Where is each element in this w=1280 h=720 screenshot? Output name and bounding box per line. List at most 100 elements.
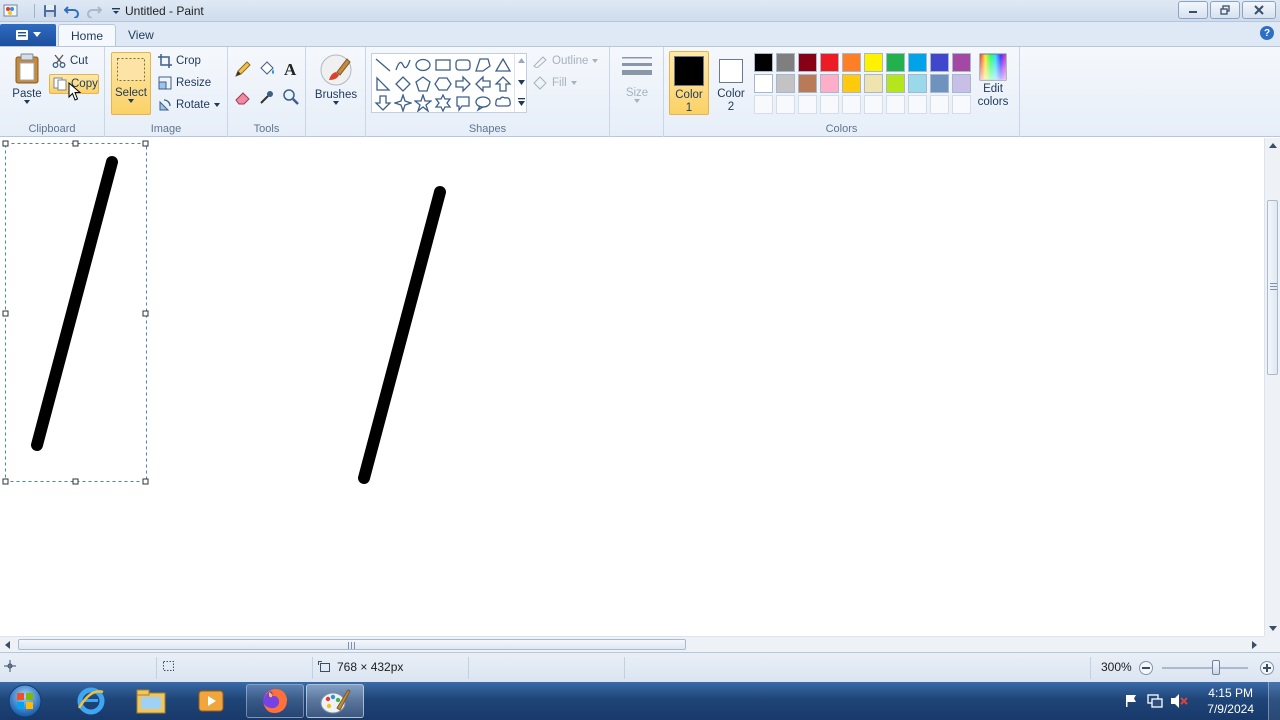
volume-muted-icon[interactable] — [1170, 693, 1188, 709]
custom-color-slot[interactable] — [930, 95, 949, 114]
cloud-callout-shape-icon[interactable] — [494, 94, 512, 112]
horizontal-scrollbar[interactable] — [0, 636, 1264, 652]
hexagon-shape-icon[interactable] — [434, 75, 452, 93]
chevron-right-icon[interactable] — [1252, 641, 1257, 649]
network-icon[interactable] — [1147, 693, 1163, 709]
pencil-icon[interactable] — [234, 60, 252, 78]
tab-view[interactable]: View — [116, 24, 166, 46]
palette-color-swatch[interactable] — [886, 74, 905, 93]
close-button[interactable] — [1242, 1, 1276, 19]
customize-qat-button[interactable] — [107, 2, 125, 20]
diamond-shape-icon[interactable] — [394, 75, 412, 93]
text-tool-icon[interactable]: A — [282, 60, 300, 78]
magnifier-icon[interactable] — [282, 88, 300, 106]
vertical-scrollbar[interactable] — [1264, 138, 1280, 636]
right-triangle-shape-icon[interactable] — [374, 75, 392, 93]
help-button[interactable]: ? — [1260, 26, 1274, 40]
palette-color-swatch[interactable] — [754, 74, 773, 93]
resize-button[interactable]: Resize — [158, 73, 211, 93]
edit-colors-button[interactable]: Edit colors — [976, 53, 1010, 108]
palette-color-swatch[interactable] — [820, 53, 839, 72]
oval-shape-icon[interactable] — [414, 56, 432, 74]
show-desktop-button[interactable] — [1268, 682, 1280, 720]
paste-button[interactable]: Paste — [8, 53, 46, 104]
palette-color-swatch[interactable] — [952, 74, 971, 93]
paint-app-icon[interactable] — [3, 3, 19, 19]
chevron-left-icon[interactable] — [5, 641, 10, 649]
brushes-button[interactable]: Brushes — [314, 53, 358, 105]
rectangle-shape-icon[interactable] — [434, 56, 452, 74]
color-picker-icon[interactable] — [258, 88, 276, 106]
left-arrow-shape-icon[interactable] — [474, 75, 492, 93]
palette-color-swatch[interactable] — [886, 53, 905, 72]
taskbar-file-explorer[interactable] — [122, 684, 180, 718]
palette-color-swatch[interactable] — [842, 74, 861, 93]
palette-color-swatch[interactable] — [864, 53, 883, 72]
restore-button[interactable] — [1210, 1, 1240, 19]
palette-color-swatch[interactable] — [908, 53, 927, 72]
palette-color-swatch[interactable] — [798, 74, 817, 93]
palette-color-swatch[interactable] — [930, 74, 949, 93]
curve-shape-icon[interactable] — [394, 56, 412, 74]
palette-color-swatch[interactable] — [754, 53, 773, 72]
six-point-star-shape-icon[interactable] — [434, 94, 452, 112]
fill-bucket-icon[interactable] — [258, 60, 276, 78]
horizontal-scroll-thumb[interactable] — [18, 639, 686, 650]
palette-color-swatch[interactable] — [776, 53, 795, 72]
custom-color-slot[interactable] — [798, 95, 817, 114]
undo-button[interactable] — [63, 2, 81, 20]
outline-button[interactable]: Outline — [532, 51, 599, 71]
custom-color-slot[interactable] — [842, 95, 861, 114]
palette-color-swatch[interactable] — [776, 74, 795, 93]
custom-color-slot[interactable] — [886, 95, 905, 114]
zoom-slider-track[interactable] — [1162, 667, 1248, 669]
palette-color-swatch[interactable] — [908, 74, 927, 93]
select-button[interactable]: Select — [111, 52, 151, 115]
redo-button[interactable] — [85, 2, 103, 20]
fill-button[interactable]: Fill — [532, 73, 577, 93]
custom-color-slot[interactable] — [952, 95, 971, 114]
palette-color-swatch[interactable] — [952, 53, 971, 72]
shapes-gallery-scroller[interactable] — [514, 54, 527, 112]
canvas-area[interactable] — [0, 138, 1264, 636]
rounded-rectangle-shape-icon[interactable] — [454, 56, 472, 74]
cut-button[interactable]: Cut — [52, 51, 88, 71]
save-button[interactable] — [41, 2, 59, 20]
palette-color-swatch[interactable] — [798, 53, 817, 72]
windows-start-icon[interactable] — [6, 683, 44, 719]
palette-color-swatch[interactable] — [820, 74, 839, 93]
line-shape-icon[interactable] — [374, 56, 392, 74]
action-center-flag-icon[interactable] — [1124, 694, 1138, 708]
custom-color-slot[interactable] — [820, 95, 839, 114]
five-point-star-shape-icon[interactable] — [414, 94, 432, 112]
paint-menu-button[interactable] — [0, 24, 56, 46]
up-arrow-shape-icon[interactable] — [494, 75, 512, 93]
rounded-callout-shape-icon[interactable] — [454, 94, 472, 112]
zoom-slider-thumb[interactable] — [1212, 660, 1220, 675]
custom-color-slot[interactable] — [908, 95, 927, 114]
chevron-down-icon[interactable] — [1269, 626, 1277, 631]
size-button[interactable]: Size — [618, 55, 656, 103]
rotate-button[interactable]: Rotate — [158, 95, 220, 115]
palette-color-swatch[interactable] — [864, 74, 883, 93]
pentagon-shape-icon[interactable] — [414, 75, 432, 93]
zoom-out-button[interactable] — [1139, 661, 1153, 675]
custom-color-slot[interactable] — [864, 95, 883, 114]
taskbar-media-player[interactable] — [182, 684, 240, 718]
taskbar-clock[interactable]: 4:15 PM 7/9/2024 — [1207, 685, 1254, 717]
polygon-shape-icon[interactable] — [474, 56, 492, 74]
chevron-up-icon[interactable] — [1269, 143, 1277, 148]
triangle-shape-icon[interactable] — [494, 56, 512, 74]
crop-button[interactable]: Crop — [158, 51, 201, 71]
color2-button[interactable]: Color 2 — [712, 51, 750, 115]
drawing-canvas[interactable] — [0, 138, 1264, 636]
custom-color-slot[interactable] — [776, 95, 795, 114]
eraser-icon[interactable] — [234, 88, 252, 106]
tab-home[interactable]: Home — [58, 24, 117, 46]
down-arrow-shape-icon[interactable] — [374, 94, 392, 112]
custom-color-slot[interactable] — [754, 95, 773, 114]
palette-color-swatch[interactable] — [842, 53, 861, 72]
zoom-in-button[interactable] — [1260, 661, 1274, 675]
minimize-button[interactable] — [1178, 1, 1208, 19]
palette-color-swatch[interactable] — [930, 53, 949, 72]
